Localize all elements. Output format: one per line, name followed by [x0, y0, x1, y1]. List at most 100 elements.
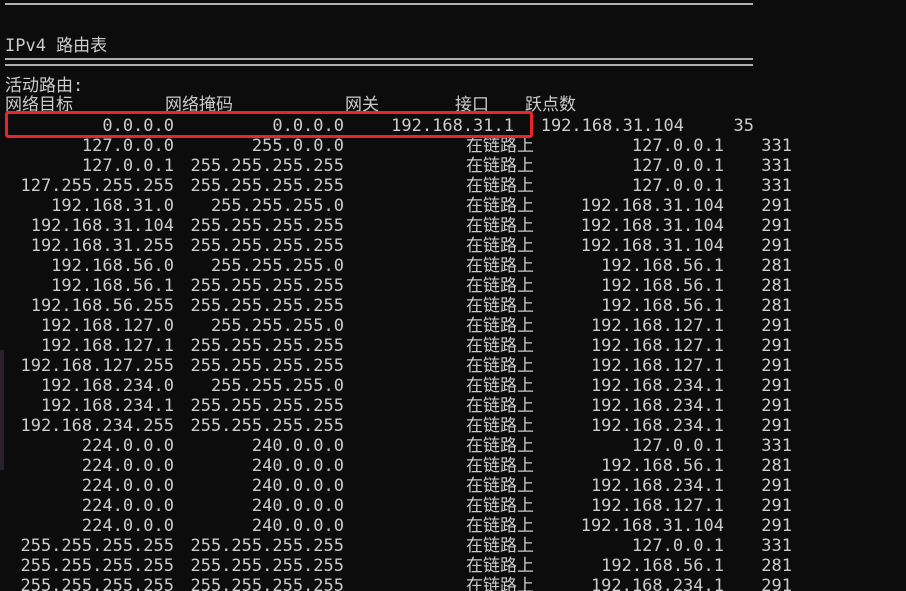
route-row: 255.255.255.255 255.255.255.255 在链路上 192.16…: [0, 576, 906, 591]
highlight-box-default-route: [5, 111, 533, 138]
route-destination: 192.168.56.255: [30, 296, 174, 316]
route-metric: 291: [761, 476, 792, 496]
route-metric: 291: [761, 196, 792, 216]
route-metric: 281: [761, 256, 792, 276]
route-destination: 255.255.255.255: [20, 576, 174, 591]
route-netmask: 255.255.255.255: [190, 276, 344, 296]
route-interface: 127.0.0.1: [631, 176, 724, 196]
route-netmask: 255.255.255.255: [190, 536, 344, 556]
background-window-edge: [0, 350, 4, 470]
route-metric: 281: [761, 276, 792, 296]
route-destination: 224.0.0.0: [81, 476, 174, 496]
route-row: 192.168.127.0 255.255.255.0 在链路上 192.168.12…: [0, 316, 906, 336]
route-metric: 291: [761, 496, 792, 516]
route-destination: 224.0.0.0: [81, 456, 174, 476]
route-row: 192.168.31.0 255.255.255.0 在链路上 192.168.31.…: [0, 196, 906, 216]
separator-line-top: [5, 0, 753, 5]
route-netmask: 255.255.255.255: [190, 296, 344, 316]
route-row: 192.168.234.1 255.255.255.255 在链路上 192.168.…: [0, 396, 906, 416]
route-metric: 281: [761, 456, 792, 476]
route-row: 224.0.0.0 240.0.0.0 在链路上 192.168.56.1 281: [0, 456, 906, 476]
route-netmask: 255.255.255.255: [190, 576, 344, 591]
route-row: 224.0.0.0 240.0.0.0 在链路上 192.168.127.1 291: [0, 496, 906, 516]
route-netmask: 255.255.255.0: [210, 196, 344, 216]
route-metric: 291: [761, 236, 792, 256]
route-interface: 127.0.0.1: [631, 536, 724, 556]
route-metric: 291: [761, 336, 792, 356]
route-netmask: 255.255.255.255: [190, 396, 344, 416]
route-netmask: 255.255.255.0: [210, 256, 344, 276]
route-interface: 192.168.127.1: [590, 336, 724, 356]
active-routes-label: 活动路由:: [5, 76, 84, 96]
route-destination: 127.0.0.1: [81, 156, 174, 176]
route-netmask: 240.0.0.0: [251, 456, 344, 476]
route-interface: 192.168.234.1: [590, 396, 724, 416]
route-netmask: 255.255.255.255: [190, 216, 344, 236]
route-destination: 224.0.0.0: [81, 436, 174, 456]
route-metric: 291: [761, 516, 792, 536]
route-row: 192.168.56.1 255.255.255.255 在链路上 192.168.5…: [0, 276, 906, 296]
route-metric: 35: [733, 116, 754, 136]
route-netmask: 255.255.255.0: [210, 376, 344, 396]
route-metric: 291: [761, 376, 792, 396]
route-metric: 331: [761, 176, 792, 196]
route-netmask: 255.255.255.255: [190, 156, 344, 176]
route-destination: 192.168.127.0: [40, 316, 174, 336]
route-row: 224.0.0.0 240.0.0.0 在链路上 192.168.234.1 291: [0, 476, 906, 496]
route-metric: 281: [761, 296, 792, 316]
route-destination: 192.168.127.1: [40, 336, 174, 356]
route-netmask: 240.0.0.0: [251, 496, 344, 516]
route-row: 255.255.255.255 255.255.255.255 在链路上 127.0.…: [0, 536, 906, 556]
route-interface: 192.168.56.1: [601, 456, 724, 476]
route-destination: 192.168.127.255: [20, 356, 174, 376]
route-netmask: 255.255.255.255: [190, 176, 344, 196]
route-interface: 192.168.234.1: [590, 476, 724, 496]
route-interface: 192.168.127.1: [590, 496, 724, 516]
route-netmask: 255.255.255.0: [210, 316, 344, 336]
route-interface: 192.168.234.1: [590, 416, 724, 436]
route-metric: 331: [761, 436, 792, 456]
route-interface: 192.168.31.104: [580, 196, 724, 216]
console-window[interactable]: IPv4 路由表 活动路由: 网络目标 网络掩码 网关 接口 跃点数 0.0.0…: [0, 0, 906, 591]
route-interface: 192.168.31.104: [580, 216, 724, 236]
route-interface: 192.168.31.104: [540, 116, 684, 136]
route-row: 192.168.127.255 255.255.255.255 在链路上 192.16…: [0, 356, 906, 376]
route-destination: 224.0.0.0: [81, 496, 174, 516]
route-metric: 281: [761, 556, 792, 576]
route-destination: 127.0.0.0: [81, 136, 174, 156]
route-netmask: 255.255.255.255: [190, 236, 344, 256]
route-destination: 255.255.255.255: [20, 556, 174, 576]
route-destination: 192.168.31.104: [30, 216, 174, 236]
separator-line-middle: [5, 58, 753, 66]
route-row: 192.168.56.0 255.255.255.0 在链路上 192.168.56.…: [0, 256, 906, 276]
route-destination: 192.168.31.0: [51, 196, 174, 216]
route-interface: 192.168.127.1: [590, 356, 724, 376]
route-metric: 291: [761, 316, 792, 336]
route-destination: 192.168.56.1: [51, 276, 174, 296]
route-row: 255.255.255.255 255.255.255.255 在链路上 192.16…: [0, 556, 906, 576]
route-netmask: 240.0.0.0: [251, 476, 344, 496]
route-netmask: 255.255.255.255: [190, 336, 344, 356]
route-netmask: 255.255.255.255: [190, 416, 344, 436]
route-destination: 224.0.0.0: [81, 516, 174, 536]
route-interface: 127.0.0.1: [631, 436, 724, 456]
route-metric: 291: [761, 356, 792, 376]
route-interface: 192.168.56.1: [601, 296, 724, 316]
route-metric: 291: [761, 216, 792, 236]
route-interface: 192.168.31.104: [580, 516, 724, 536]
route-metric: 331: [761, 156, 792, 176]
route-interface: 192.168.234.1: [590, 376, 724, 396]
routing-table-heading: IPv4 路由表: [5, 36, 108, 56]
route-row: 192.168.234.255 255.255.255.255 在链路上 192.16…: [0, 416, 906, 436]
route-metric: 291: [761, 416, 792, 436]
route-row: 127.0.0.0 255.0.0.0 在链路上 127.0.0.1 331: [0, 136, 906, 156]
route-metric: 291: [761, 396, 792, 416]
route-destination: 127.255.255.255: [20, 176, 174, 196]
route-interface: 192.168.127.1: [590, 316, 724, 336]
route-row: 192.168.234.0 255.255.255.0 在链路上 192.168.23…: [0, 376, 906, 396]
route-row: 224.0.0.0 240.0.0.0 在链路上 127.0.0.1 331: [0, 436, 906, 456]
route-row: 192.168.127.1 255.255.255.255 在链路上 192.168.…: [0, 336, 906, 356]
route-netmask: 240.0.0.0: [251, 516, 344, 536]
route-destination: 192.168.234.1: [40, 396, 174, 416]
route-row: 224.0.0.0 240.0.0.0 在链路上 192.168.31.104 291: [0, 516, 906, 536]
